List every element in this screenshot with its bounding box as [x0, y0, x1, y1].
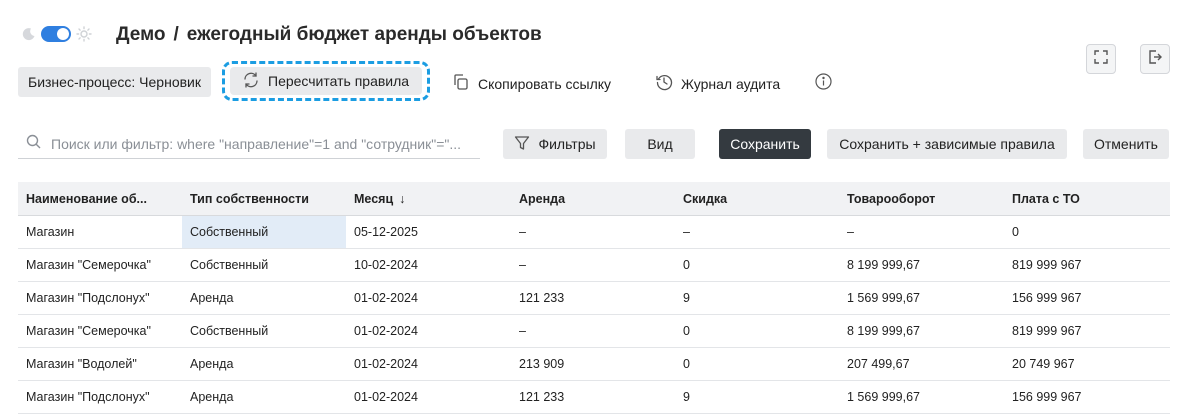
theme-switch[interactable]: [41, 26, 71, 42]
column-header-rent[interactable]: Аренда: [511, 182, 675, 216]
cell-turnover[interactable]: 8 199 999,67: [839, 314, 1004, 348]
column-header-month-label: Месяц: [354, 191, 394, 206]
breadcrumb-separator: /: [173, 24, 179, 45]
cell-name[interactable]: Магазин "Подслонух": [18, 281, 182, 315]
cancel-button[interactable]: Отменить: [1083, 129, 1169, 159]
cell-rent[interactable]: –: [511, 215, 675, 249]
cell-turnover-fee[interactable]: 0: [1004, 215, 1170, 249]
cell-discount[interactable]: 0: [675, 248, 839, 282]
cell-turnover[interactable]: 207 499,67: [839, 347, 1004, 381]
column-header-month[interactable]: Месяц ↓: [346, 182, 511, 216]
cell-turnover-fee[interactable]: 20 749 967: [1004, 347, 1170, 381]
cell-turnover-fee[interactable]: 819 999 967: [1004, 248, 1170, 282]
cell-turnover[interactable]: –: [839, 215, 1004, 249]
fullscreen-button[interactable]: [1086, 44, 1116, 74]
refresh-icon: [242, 71, 260, 92]
cell-turnover-fee[interactable]: 819 999 967: [1004, 314, 1170, 348]
column-header-turnover[interactable]: Товарооборот: [839, 182, 1004, 216]
copy-link-button[interactable]: Скопировать ссылку: [452, 73, 611, 94]
column-header-turnover-fee[interactable]: Плата с ТО: [1004, 182, 1170, 216]
filters-label: Фильтры: [538, 136, 596, 152]
cell-rent[interactable]: –: [511, 314, 675, 348]
search-icon: [26, 134, 41, 154]
cell-name[interactable]: Магазин "Водолей": [18, 347, 182, 381]
theme-toggle[interactable]: [22, 26, 92, 42]
cell-turnover[interactable]: 1 569 999,67: [839, 281, 1004, 315]
breadcrumb-project[interactable]: Демо: [116, 24, 166, 45]
exit-icon: [1147, 49, 1163, 70]
cell-name[interactable]: Магазин "Семерочка": [18, 314, 182, 348]
save-dependent-rules-button[interactable]: Сохранить + зависимые правила: [827, 129, 1067, 159]
cell-month[interactable]: 01-02-2024: [346, 380, 511, 414]
audit-log-button[interactable]: Журнал аудита: [655, 73, 780, 94]
cell-discount[interactable]: 0: [675, 314, 839, 348]
cell-month[interactable]: 01-02-2024: [346, 347, 511, 381]
history-icon: [655, 73, 673, 94]
cell-ownership[interactable]: Аренда: [182, 380, 346, 414]
cell-discount[interactable]: 9: [675, 281, 839, 315]
data-table: Наименование об... Тип собственности Мес…: [18, 182, 1170, 414]
cell-month[interactable]: 01-02-2024: [346, 281, 511, 315]
filters-button[interactable]: Фильтры: [503, 129, 607, 159]
cell-discount[interactable]: 0: [675, 347, 839, 381]
moon-icon: [22, 27, 36, 41]
cell-rent[interactable]: –: [511, 248, 675, 282]
cell-name[interactable]: Магазин: [18, 215, 182, 249]
cell-name[interactable]: Магазин "Подслонух": [18, 380, 182, 414]
table-header-row: Наименование об... Тип собственности Мес…: [18, 182, 1170, 216]
cell-discount[interactable]: –: [675, 215, 839, 249]
cell-ownership[interactable]: Собственный: [182, 314, 346, 348]
copy-link-label: Скопировать ссылку: [478, 75, 612, 92]
sun-icon: [76, 26, 92, 42]
table-row[interactable]: Магазин "Семерочка" Собственный 01-02-2024…: [18, 314, 1170, 348]
cell-rent[interactable]: 121 233: [511, 281, 675, 315]
cell-ownership[interactable]: Аренда: [182, 281, 346, 315]
cell-turnover[interactable]: 1 569 999,67: [839, 380, 1004, 414]
filter-icon: [514, 135, 530, 154]
cell-month[interactable]: 10-02-2024: [346, 248, 511, 282]
cell-turnover[interactable]: 8 199 999,67: [839, 248, 1004, 282]
cell-month[interactable]: 05-12-2025: [346, 215, 511, 249]
column-header-discount[interactable]: Скидка: [675, 182, 839, 216]
cell-rent[interactable]: 213 909: [511, 347, 675, 381]
recalc-rules-button[interactable]: Пересчитать правила: [230, 67, 422, 95]
cell-discount[interactable]: 9: [675, 380, 839, 414]
column-header-ownership[interactable]: Тип собственности: [182, 182, 346, 216]
exit-button[interactable]: [1140, 44, 1170, 74]
cell-ownership[interactable]: Аренда: [182, 347, 346, 381]
bp-status-badge[interactable]: Бизнес-процесс: Черновик: [18, 67, 211, 97]
data-table-container: Наименование об... Тип собственности Мес…: [18, 182, 1170, 414]
audit-log-label: Журнал аудита: [681, 75, 781, 92]
cell-rent[interactable]: 121 233: [511, 380, 675, 414]
fullscreen-icon: [1093, 49, 1109, 70]
table-row[interactable]: Магазин "Водолей" Аренда 01-02-2024 213 909…: [18, 347, 1170, 381]
cell-turnover-fee[interactable]: 156 999 967: [1004, 380, 1170, 414]
info-icon[interactable]: [815, 73, 832, 90]
table-row[interactable]: Магазин "Семерочка" Собственный 10-02-2024…: [18, 248, 1170, 282]
table-row[interactable]: Магазин "Подслонух" Аренда 01-02-2024 121 2…: [18, 380, 1170, 414]
table-row[interactable]: Магазин "Подслонух" Аренда 01-02-2024 121 2…: [18, 281, 1170, 315]
view-button[interactable]: Вид: [625, 129, 695, 159]
cell-turnover-fee[interactable]: 156 999 967: [1004, 281, 1170, 315]
cell-name[interactable]: Магазин "Семерочка": [18, 248, 182, 282]
sort-desc-icon[interactable]: ↓: [399, 192, 405, 206]
page-title: ежегодный бюджет аренды объектов: [186, 24, 542, 45]
copy-icon: [452, 73, 470, 94]
table-row[interactable]: Магазин Собственный 05-12-2025– – –0: [18, 215, 1170, 249]
cell-ownership[interactable]: Собственный: [182, 248, 346, 282]
cell-ownership[interactable]: Собственный: [182, 215, 346, 249]
column-header-name[interactable]: Наименование об...: [18, 182, 182, 216]
cell-month[interactable]: 01-02-2024: [346, 314, 511, 348]
search-field[interactable]: [18, 129, 480, 159]
recalc-rules-label: Пересчитать правила: [268, 73, 410, 89]
search-input[interactable]: [49, 134, 473, 153]
breadcrumb: Демо / ежегодный бюджет аренды объектов: [116, 24, 542, 46]
save-button[interactable]: Сохранить: [719, 129, 811, 159]
